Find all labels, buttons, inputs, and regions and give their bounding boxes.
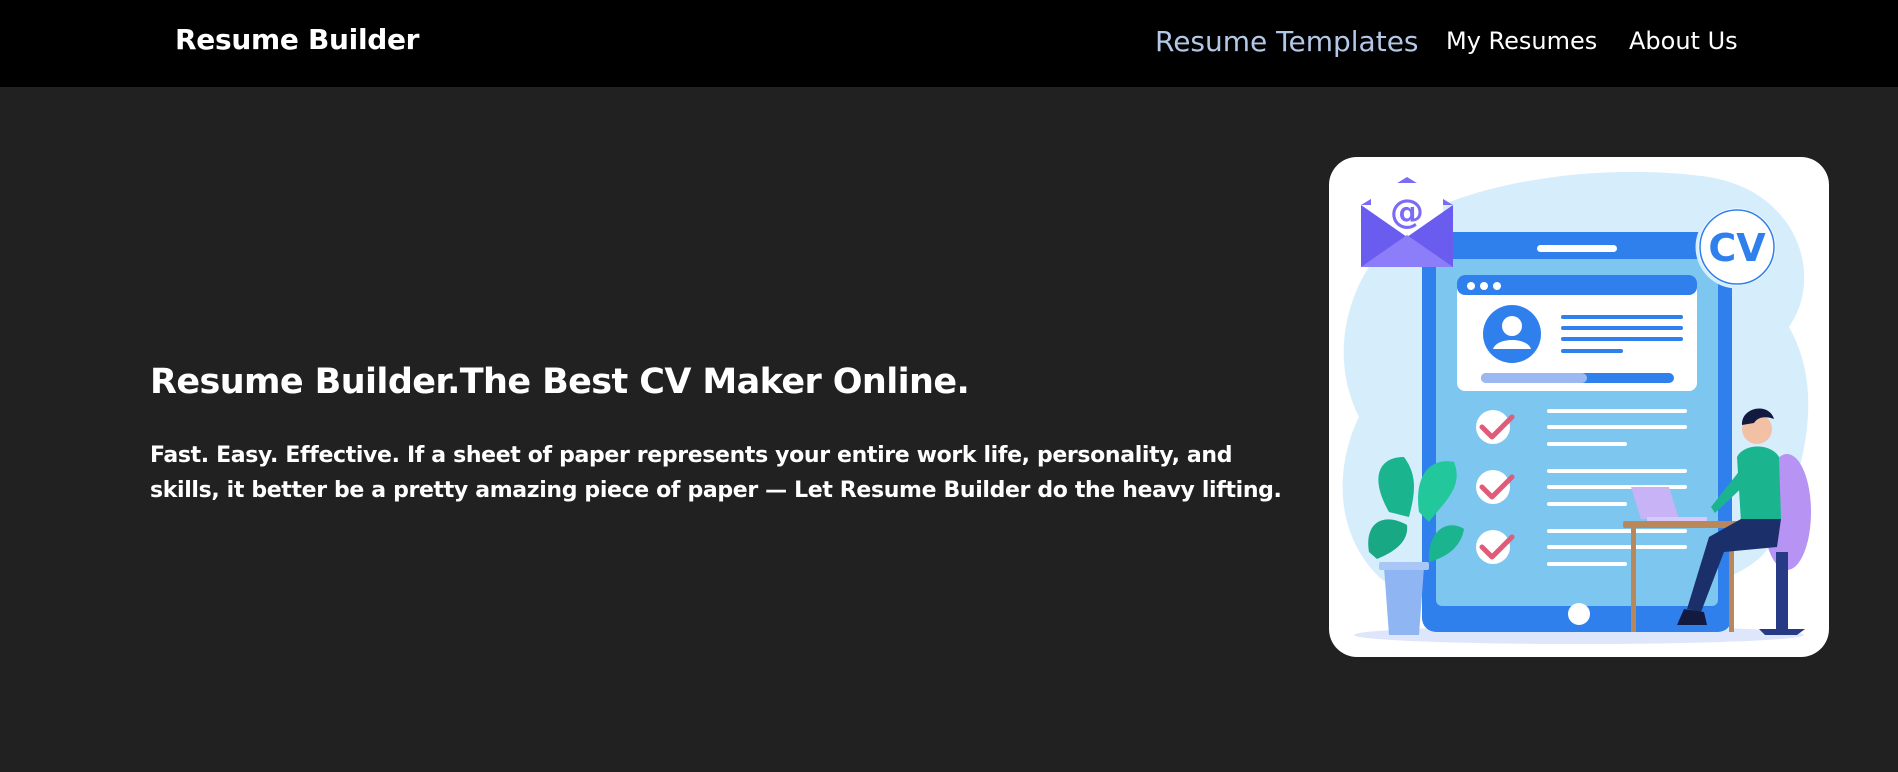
window-dot bbox=[1480, 282, 1488, 290]
profile-line bbox=[1561, 337, 1683, 341]
window-dot bbox=[1467, 282, 1475, 290]
profile-line bbox=[1561, 315, 1683, 319]
top-navbar: Resume Builder Resume Templates My Resum… bbox=[0, 0, 1898, 87]
nav-about-us[interactable]: About Us bbox=[1629, 27, 1738, 55]
brand-logo-link[interactable]: Resume Builder bbox=[175, 23, 419, 56]
resume-illustration: @ CV bbox=[1329, 157, 1829, 657]
cv-badge: CV bbox=[1695, 205, 1779, 289]
profile-line bbox=[1561, 326, 1683, 330]
window-dot bbox=[1493, 282, 1501, 290]
hero-title: Resume Builder.The Best CV Maker Online. bbox=[150, 362, 970, 402]
hero-description: Fast. Easy. Effective. If a sheet of pap… bbox=[150, 443, 1282, 503]
profile-card-header bbox=[1457, 275, 1697, 295]
device-speaker bbox=[1537, 245, 1617, 252]
envelope-icon: @ bbox=[1361, 177, 1453, 267]
progress-fill bbox=[1481, 373, 1587, 383]
illustration-svg: @ CV bbox=[1342, 171, 1811, 644]
device-home-button bbox=[1568, 603, 1590, 625]
envelope-at-symbol: @ bbox=[1390, 192, 1424, 232]
cv-badge-label: CV bbox=[1708, 226, 1766, 270]
profile-line bbox=[1561, 349, 1623, 353]
avatar-head bbox=[1502, 316, 1522, 336]
nav-resume-templates[interactable]: Resume Templates bbox=[1155, 25, 1419, 58]
nav-my-resumes[interactable]: My Resumes bbox=[1446, 27, 1597, 55]
